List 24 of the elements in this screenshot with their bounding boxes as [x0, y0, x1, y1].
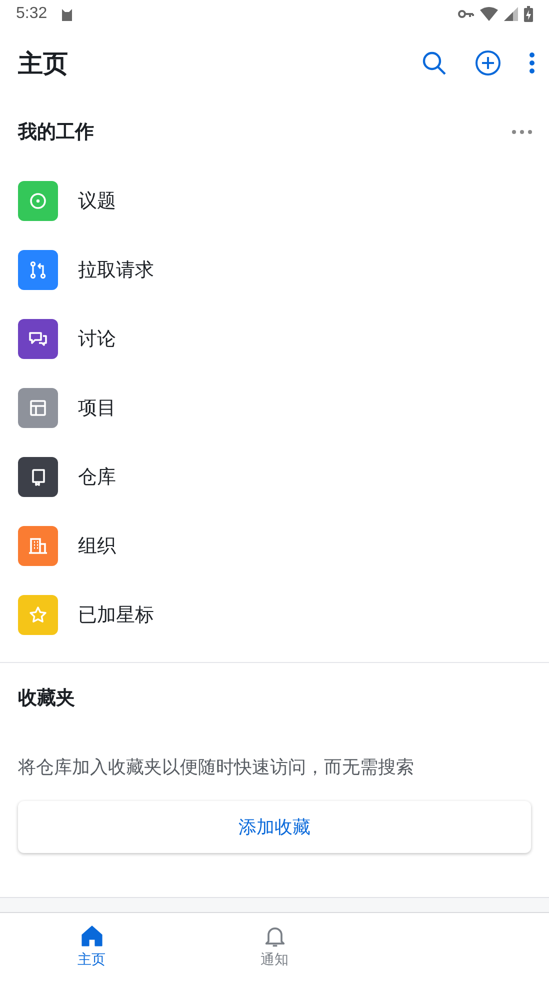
- more-icon[interactable]: [511, 129, 533, 135]
- more-menu-button[interactable]: [529, 52, 535, 74]
- list-item[interactable]: 讨论: [78, 326, 116, 352]
- list-item[interactable]: 项目: [78, 394, 116, 420]
- add-button[interactable]: [475, 50, 501, 76]
- page-title: 主页: [18, 48, 69, 80]
- list-item[interactable]: 议题: [78, 188, 116, 214]
- battery-icon: [524, 6, 533, 22]
- favorites-description: 将仓库加入收藏夹以便随时快速访问，而无需搜索: [18, 756, 415, 780]
- wifi-icon: [480, 7, 498, 21]
- search-button[interactable]: [421, 50, 447, 76]
- list-item[interactable]: 组织: [78, 532, 116, 558]
- list-item[interactable]: 拉取请求: [78, 256, 154, 282]
- nav-tab[interactable]: 通知: [183, 913, 366, 979]
- home-icon: [78, 923, 104, 949]
- key-icon: [458, 9, 474, 19]
- list-item[interactable]: 仓库: [78, 464, 116, 490]
- section-title: 收藏夹: [18, 686, 76, 711]
- section-title: 我的工作: [18, 120, 94, 145]
- nav-tab[interactable]: 主页: [0, 913, 183, 979]
- list-item[interactable]: 已加星标: [78, 602, 154, 628]
- add-favorite-button[interactable]: 添加收藏: [18, 801, 531, 853]
- status-time: 5:32: [16, 5, 48, 23]
- signal-icon: [504, 7, 518, 21]
